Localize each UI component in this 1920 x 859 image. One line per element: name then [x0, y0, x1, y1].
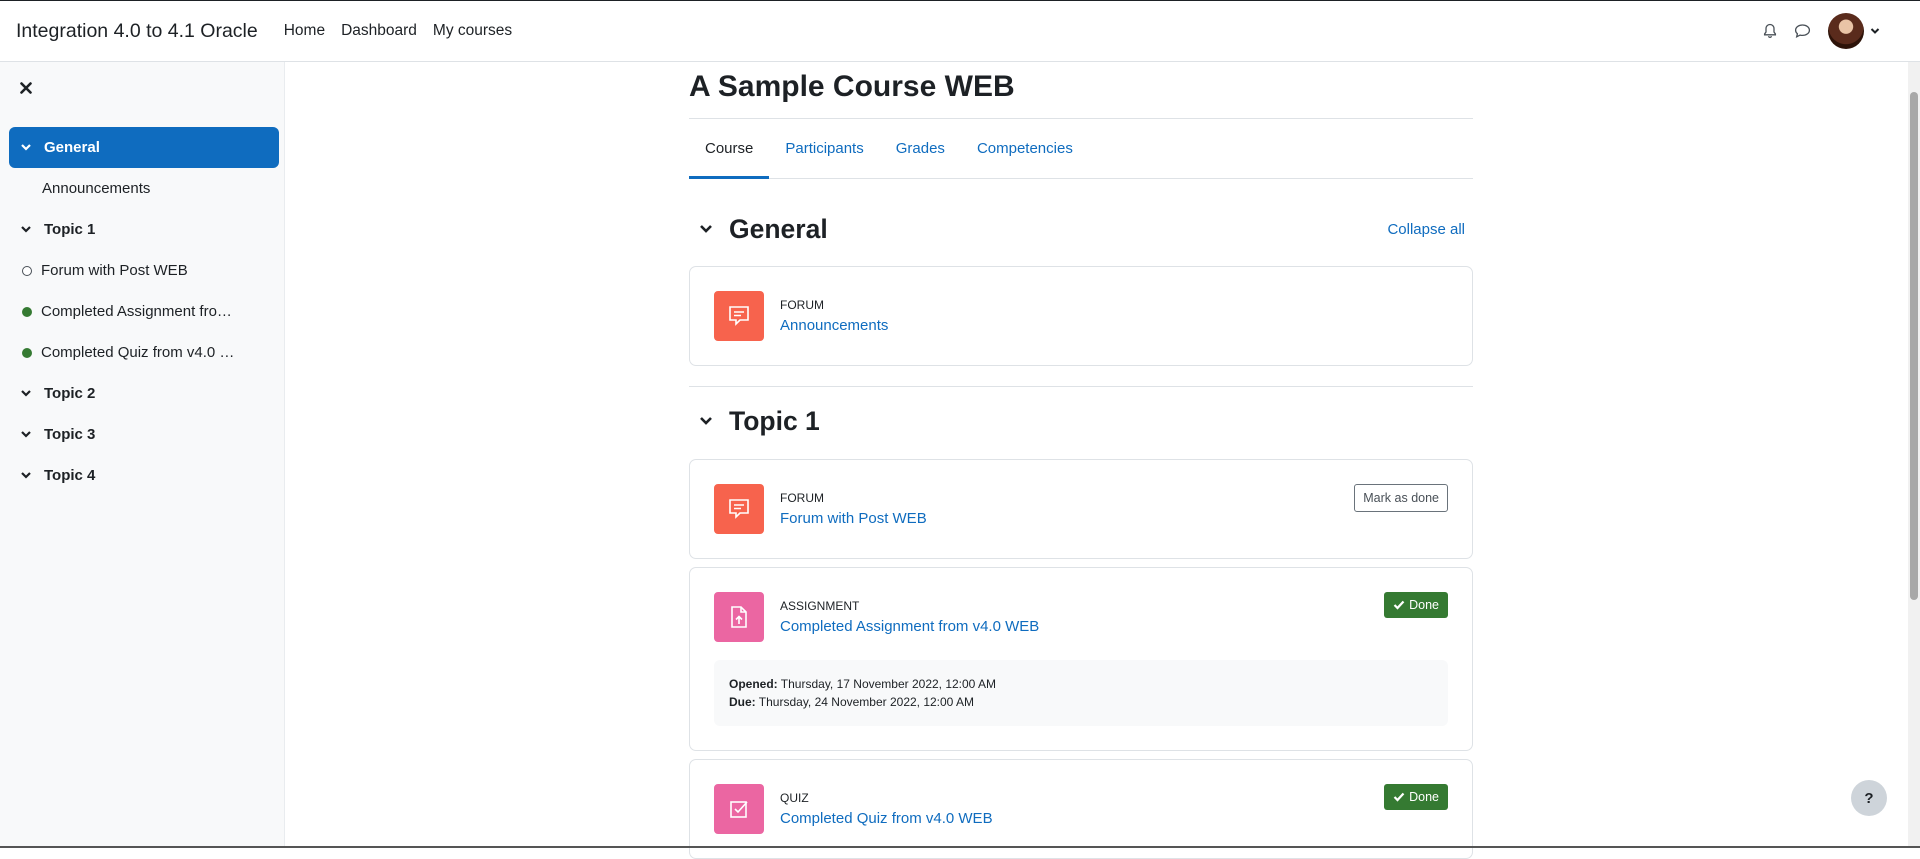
completion-done-icon: [22, 306, 32, 317]
top-navbar: Integration 4.0 to 4.1 Oracle Home Dashb…: [0, 0, 1920, 62]
completion-open-icon: [22, 265, 32, 276]
forum-icon: [714, 484, 764, 534]
close-icon: [20, 82, 32, 94]
assignment-icon: [714, 592, 764, 642]
collapse-all-link[interactable]: Collapse all: [1387, 221, 1465, 238]
activity-type: FORUM: [780, 297, 824, 312]
due-label: Due:: [729, 695, 756, 709]
activity-type: ASSIGNMENT: [780, 598, 860, 613]
activity-link[interactable]: Completed Quiz from v4.0 WEB: [780, 809, 993, 829]
page-scrollbar[interactable]: [1908, 62, 1920, 848]
course-index-activity-quiz[interactable]: Completed Quiz from v4.0 …: [9, 332, 279, 373]
done-button[interactable]: Done: [1384, 592, 1448, 618]
activity-type: QUIZ: [780, 790, 809, 805]
course-index-section-topic-3[interactable]: Topic 3: [9, 414, 279, 455]
chevron-down-icon[interactable]: [699, 416, 715, 426]
course-index-section-topic-1[interactable]: Topic 1: [9, 209, 279, 250]
messages-button[interactable]: [1786, 15, 1818, 47]
activity-dates: Opened: Thursday, 17 November 2022, 12:0…: [714, 660, 1448, 726]
course-index-section-label: Topic 1: [44, 221, 96, 238]
chevron-down-icon[interactable]: [20, 471, 36, 480]
section-title: Topic 1: [729, 405, 820, 436]
site-name[interactable]: Integration 4.0 to 4.1 Oracle: [16, 20, 258, 43]
course-index-activity-assignment[interactable]: Completed Assignment fro…: [9, 291, 279, 332]
opened-date: Thursday, 17 November 2022, 12:00 AM: [780, 677, 997, 691]
navbar-right: [1754, 1, 1920, 61]
chevron-down-icon[interactable]: [20, 389, 36, 398]
course-index: General Announcements Topic 1 Forum with…: [9, 127, 279, 496]
done-button[interactable]: Done: [1384, 784, 1448, 810]
help-button[interactable]: ?: [1851, 780, 1887, 816]
activity-card-assignment: ASSIGNMENT Completed Assignment from v4.…: [689, 567, 1473, 751]
chevron-down-icon[interactable]: [20, 430, 36, 439]
section-header-general: General Collapse all: [689, 209, 1473, 249]
opened-label: Opened:: [729, 677, 778, 691]
activity-type: FORUM: [780, 490, 824, 505]
activity-link[interactable]: Completed Assignment from v4.0 WEB: [780, 617, 1039, 637]
activity-card-forum: FORUM Forum with Post WEB Mark as done: [689, 459, 1473, 559]
check-icon: [1393, 792, 1405, 802]
scrollbar-thumb[interactable]: [1910, 92, 1918, 600]
tab-grades[interactable]: Grades: [880, 119, 961, 178]
activity-card-announcements: FORUM Announcements: [689, 266, 1473, 366]
chevron-down-icon: [1870, 28, 1880, 34]
chevron-down-icon[interactable]: [20, 225, 36, 234]
chat-icon: [1794, 24, 1810, 38]
course-index-section-topic-2[interactable]: Topic 2: [9, 373, 279, 414]
course-index-section-label: Topic 2: [44, 385, 96, 402]
course-index-section-label: Topic 3: [44, 426, 96, 443]
course-index-item-label: Completed Assignment fro…: [41, 303, 232, 320]
tab-course[interactable]: Course: [689, 119, 770, 179]
completion-done-icon: [22, 347, 32, 358]
course-index-section-topic-4[interactable]: Topic 4: [9, 455, 279, 496]
notifications-button[interactable]: [1754, 15, 1786, 47]
done-label: Done: [1409, 598, 1439, 612]
section-title: General: [729, 213, 828, 244]
course-index-item-label: Completed Quiz from v4.0 …: [41, 344, 235, 361]
course-index-drawer: General Announcements Topic 1 Forum with…: [0, 62, 285, 848]
tab-competencies[interactable]: Competencies: [961, 119, 1089, 178]
due-date: Thursday, 24 November 2022, 12:00 AM: [758, 695, 975, 709]
avatar: [1828, 13, 1864, 49]
bell-icon: [1763, 23, 1777, 39]
section-header-topic-1: Topic 1: [689, 401, 1473, 441]
page-title: A Sample Course WEB: [689, 70, 1015, 103]
done-label: Done: [1409, 790, 1439, 804]
activity-link[interactable]: Forum with Post WEB: [780, 509, 927, 529]
course-index-section-label: Topic 4: [44, 467, 96, 484]
course-index-item-label: Announcements: [42, 180, 151, 197]
chevron-down-icon[interactable]: [20, 143, 36, 152]
secondary-navigation: Course Participants Grades Competencies: [689, 119, 1473, 179]
course-index-item-label: Forum with Post WEB: [41, 262, 188, 279]
primary-navigation: Home Dashboard My courses: [276, 22, 520, 40]
check-icon: [1393, 600, 1405, 610]
mark-as-done-button[interactable]: Mark as done: [1354, 484, 1448, 512]
nav-dashboard-link[interactable]: Dashboard: [341, 22, 417, 40]
nav-home-link[interactable]: Home: [284, 22, 325, 40]
main-content: A Sample Course WEB Course Participants …: [689, 62, 1473, 859]
activity-link[interactable]: Announcements: [780, 316, 888, 336]
user-menu-toggle[interactable]: [1828, 13, 1880, 49]
course-index-item-announcements[interactable]: Announcements: [9, 168, 279, 209]
chevron-down-icon[interactable]: [699, 224, 715, 234]
activity-card-quiz: QUIZ Completed Quiz from v4.0 WEB Done: [689, 759, 1473, 859]
quiz-icon: [714, 784, 764, 834]
course-index-section-general[interactable]: General: [9, 127, 279, 168]
nav-my-courses-link[interactable]: My courses: [433, 22, 512, 40]
tab-participants[interactable]: Participants: [769, 119, 879, 178]
course-index-activity-forum[interactable]: Forum with Post WEB: [9, 250, 279, 291]
forum-icon: [714, 291, 764, 341]
course-index-section-label: General: [44, 139, 100, 156]
close-drawer-button[interactable]: [16, 78, 36, 98]
